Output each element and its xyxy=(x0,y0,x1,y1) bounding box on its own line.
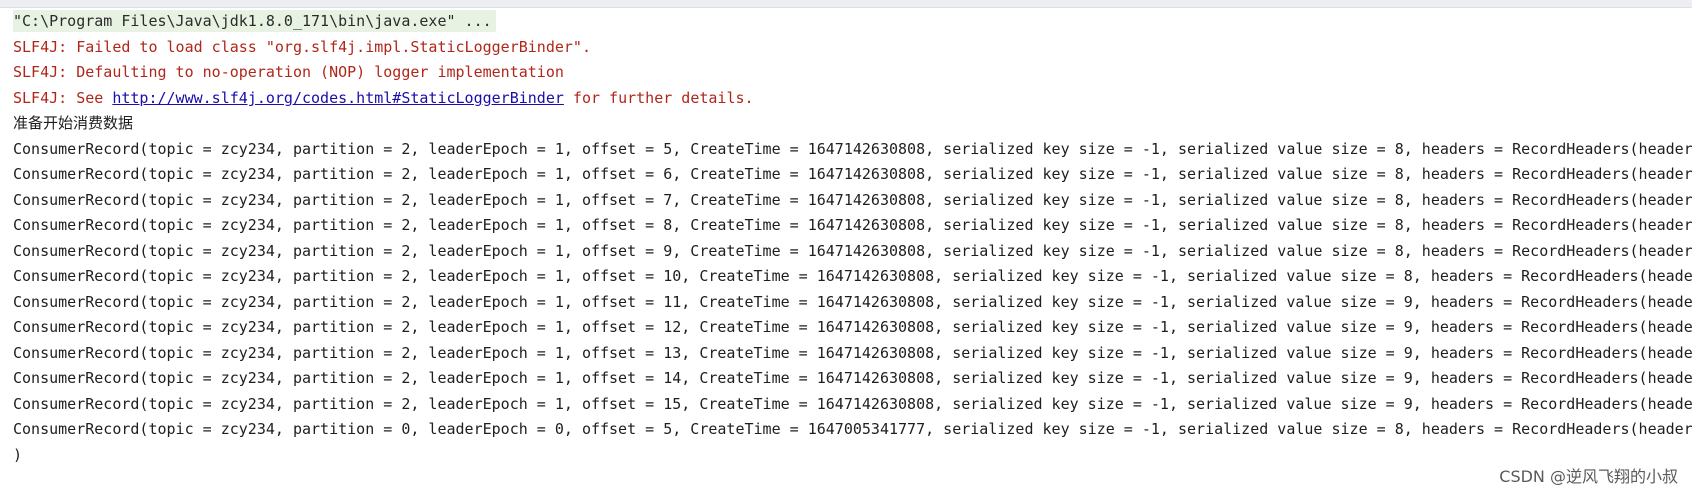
slf4j-error-line-1: SLF4J: Failed to load class "org.slf4j.i… xyxy=(13,38,591,56)
slf4j-doc-link[interactable]: http://www.slf4j.org/codes.html#StaticLo… xyxy=(112,89,564,107)
consumer-record-line: ConsumerRecord(topic = zcy234, partition… xyxy=(13,293,1692,311)
consumer-record-line: ConsumerRecord(topic = zcy234, partition… xyxy=(13,216,1692,234)
consumer-record-line: ConsumerRecord(topic = zcy234, partition… xyxy=(13,420,1692,438)
consumer-record-line: ConsumerRecord(topic = zcy234, partition… xyxy=(13,242,1692,260)
slf4j-error-line-3-prefix: SLF4J: See xyxy=(13,89,113,107)
consumer-record-line: ConsumerRecord(topic = zcy234, partition… xyxy=(13,165,1692,183)
consumer-record-line: ConsumerRecord(topic = zcy234, partition… xyxy=(13,140,1692,158)
slf4j-error-line-2: SLF4J: Defaulting to no-operation (NOP) … xyxy=(13,63,564,81)
csdn-watermark: CSDN @逆风飞翔的小叔 xyxy=(1499,467,1678,486)
java-command-line[interactable]: "C:\Program Files\Java\jdk1.8.0_171\bin\… xyxy=(13,10,496,32)
consumer-record-line: ConsumerRecord(topic = zcy234, partition… xyxy=(13,344,1692,362)
consumer-record-line: ConsumerRecord(topic = zcy234, partition… xyxy=(13,191,1692,209)
consumer-record-line: ConsumerRecord(topic = zcy234, partition… xyxy=(13,267,1692,285)
consumer-record-line: ConsumerRecord(topic = zcy234, partition… xyxy=(13,318,1692,336)
start-consume-message: 准备开始消费数据 xyxy=(13,114,134,132)
slf4j-error-line-3: SLF4J: See http://www.slf4j.org/codes.ht… xyxy=(13,87,754,109)
consumer-record-line: ConsumerRecord(topic = zcy234, partition… xyxy=(13,369,1692,387)
consumer-record-line: ConsumerRecord(topic = zcy234, partition… xyxy=(13,395,1692,413)
trailing-output-line: ) xyxy=(13,446,23,464)
slf4j-error-line-3-suffix: for further details. xyxy=(563,89,754,107)
console-toolbar-strip xyxy=(0,0,1692,8)
run-console-output[interactable]: "C:\Program Files\Java\jdk1.8.0_171\bin\… xyxy=(0,8,1692,501)
